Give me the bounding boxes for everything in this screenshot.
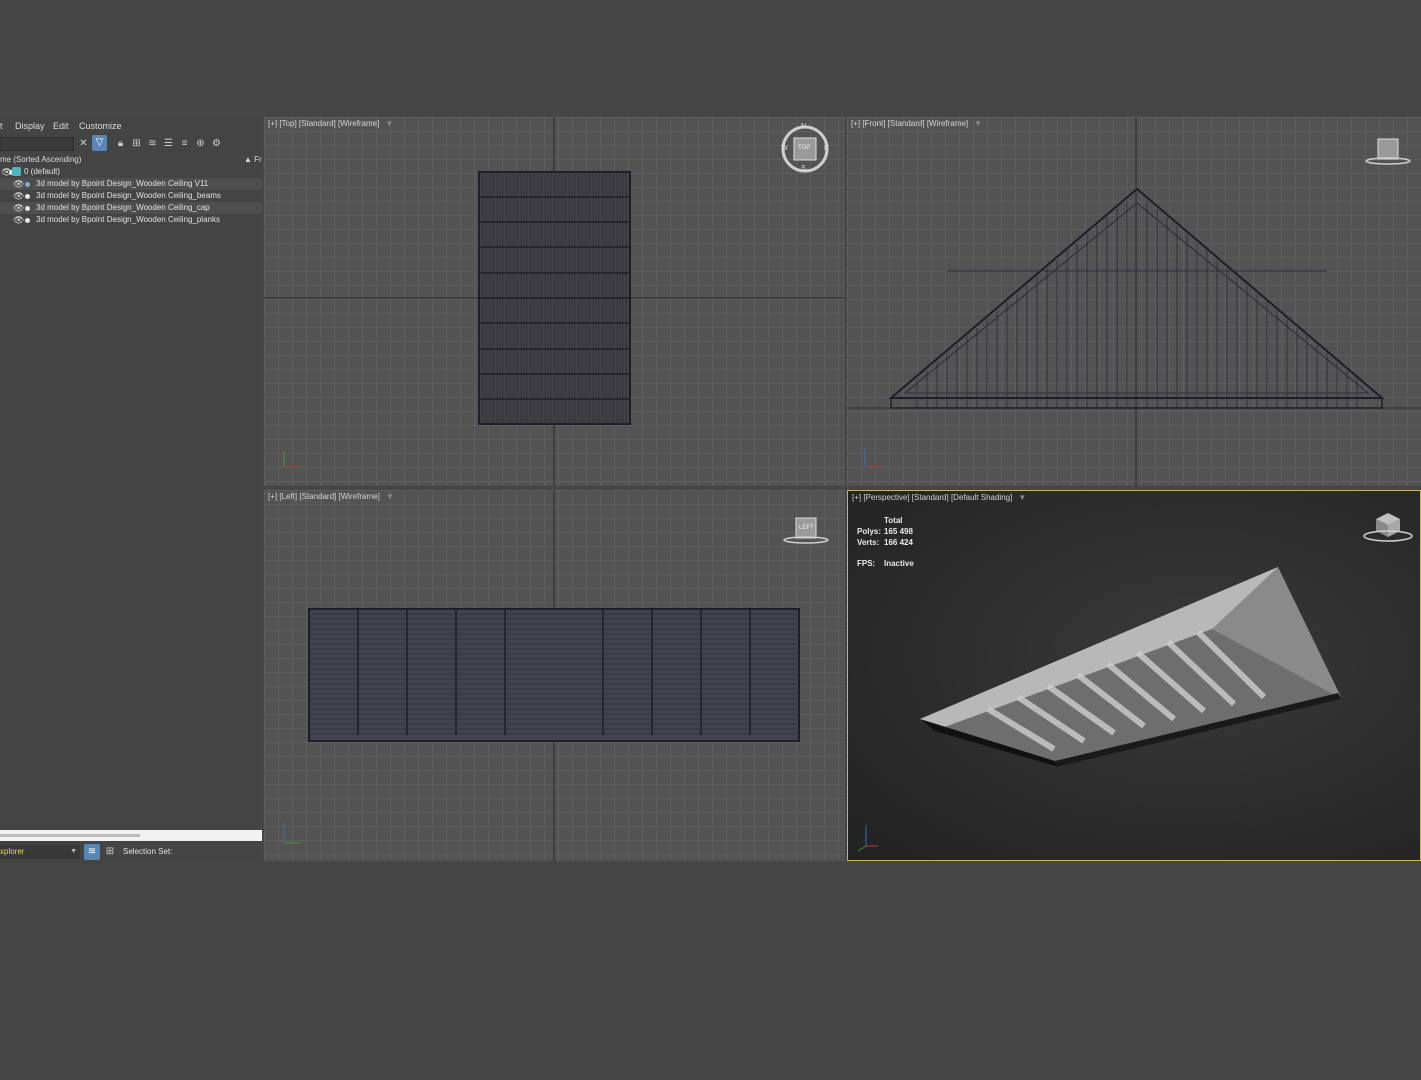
layers-icon[interactable]: ≋ xyxy=(146,137,159,150)
perspective-render xyxy=(857,513,1413,852)
stats-fps-label: FPS: xyxy=(857,559,876,568)
object-icon xyxy=(25,206,30,211)
viewport-label[interactable]: [+] [Left] [Standard] [Wireframe] ▼ xyxy=(268,492,394,501)
menu-item-customize[interactable]: Customize xyxy=(79,121,122,131)
compass-north-label: N xyxy=(801,123,807,130)
filter-icon[interactable]: ▼ xyxy=(386,492,394,501)
explorer-selector-dropdown[interactable]: xplorer ▼ xyxy=(0,845,80,859)
object-row[interactable]: 👁︎ 3d model by Bpoint Design_Wooden Ceil… xyxy=(0,190,262,202)
clear-filter-icon[interactable]: ✕ xyxy=(77,137,90,150)
compass-west-label: W xyxy=(781,145,788,152)
viewport-label[interactable]: [+] [Front] [Standard] [Wireframe] ▼ xyxy=(851,119,982,128)
visibility-eye-icon[interactable]: 👁︎ xyxy=(13,214,24,226)
viewport-label[interactable]: [+] [Perspective] [Standard] [Default Sh… xyxy=(852,493,1026,502)
chevron-down-icon: ▼ xyxy=(70,848,77,855)
sort-by-layer-button[interactable]: ≋ xyxy=(84,844,100,860)
explorer-toolbar: ✕ ▽ 🔒︎ ⊞ ≋ ☰ ≡ ⊕ ⚙ xyxy=(0,134,262,154)
search-filter-input[interactable] xyxy=(0,137,74,151)
visibility-eye-icon[interactable]: 👁︎ xyxy=(13,202,24,214)
create-layer-icon[interactable]: ⊕ xyxy=(194,137,207,150)
horizontal-scrollbar[interactable] xyxy=(0,830,262,841)
menu-item-display[interactable]: Display xyxy=(15,121,45,131)
stats-polys-label: Polys: xyxy=(857,527,882,536)
tree-item-label: 3d model by Bpoint Design_Wooden Ceiling… xyxy=(36,179,209,188)
menu-item-select[interactable]: t xyxy=(0,121,3,131)
tree-item-label: 3d model by Bpoint Design_Wooden Ceiling… xyxy=(36,191,221,200)
viewport-perspective[interactable]: [+] [Perspective] [Standard] [Default Sh… xyxy=(847,490,1421,861)
explorer-footer: xplorer ▼ ≋ ⊞ Selection Set: xyxy=(0,843,262,862)
filter-icon[interactable]: ▼ xyxy=(974,119,982,128)
axis-tripod-icon xyxy=(283,451,300,468)
axis-tripod-icon xyxy=(283,823,300,844)
viewport-left[interactable]: [+] [Left] [Standard] [Wireframe] ▼ LEFT xyxy=(264,490,845,861)
visibility-eye-icon[interactable]: 👁︎ xyxy=(13,178,24,190)
object-icon xyxy=(25,218,30,223)
filter-icon[interactable]: ▼ xyxy=(385,119,393,128)
object-row[interactable]: 👁︎ 3d model by Bpoint Design_Wooden Ceil… xyxy=(0,214,262,226)
viewport-label-text[interactable]: [+] [Front] [Standard] [Wireframe] xyxy=(851,119,968,128)
layer-row-default[interactable]: 👁︎ 0 (default) xyxy=(0,166,262,178)
stats-total-label: Total xyxy=(884,516,903,525)
viewcube-icon xyxy=(1363,513,1413,542)
viewcube-icon xyxy=(1365,138,1411,165)
compass-east-label: E xyxy=(824,145,829,152)
stats-verts-label: Verts: xyxy=(857,538,880,547)
front-wireframe xyxy=(847,117,1421,486)
left-wireframe xyxy=(283,490,829,861)
stats-polys-value: 165 498 xyxy=(884,527,913,536)
viewcube-face-label[interactable]: TOP xyxy=(798,145,810,151)
filter-icon[interactable]: ▽ xyxy=(92,135,107,151)
viewport-label-text[interactable]: [+] [Left] [Standard] [Wireframe] xyxy=(268,492,380,501)
layer-list-icon[interactable]: ☰ xyxy=(162,137,175,150)
lock-icon[interactable]: 🔒︎ xyxy=(114,137,127,150)
visibility-eye-icon[interactable]: 👁︎ xyxy=(13,190,24,202)
object-group-icon xyxy=(25,182,30,187)
scene-explorer-panel: t Display Edit Customize ✕ ▽ 🔒︎ ⊞ ≋ ☰ ≡ … xyxy=(0,117,262,862)
tree-item-label: 3d model by Bpoint Design_Wooden Ceiling… xyxy=(36,215,220,224)
tree-item-label: 3d model by Bpoint Design_Wooden Ceiling… xyxy=(36,203,210,212)
stats-fps-value: Inactive xyxy=(884,559,914,568)
sort-by-hierarchy-button[interactable]: ⊞ xyxy=(104,844,116,860)
frozen-column-header[interactable]: ▲ Fr xyxy=(244,155,262,164)
viewport-label-text[interactable]: [+] [Perspective] [Standard] [Default Sh… xyxy=(852,493,1012,502)
layer-stack-icon[interactable]: ≡ xyxy=(178,137,191,150)
explorer-selector-value: xplorer xyxy=(0,847,25,856)
viewport-label-text[interactable]: [+] [Top] [Standard] [Wireframe] xyxy=(268,119,379,128)
axis-tripod-icon xyxy=(864,447,883,468)
name-column-header[interactable]: me (Sorted Ascending) xyxy=(0,155,81,164)
compass-south-label: S xyxy=(801,165,806,172)
object-row[interactable]: 👁︎ 3d model by Bpoint Design_Wooden Ceil… xyxy=(0,202,262,214)
filter-icon[interactable]: ▼ xyxy=(1018,493,1026,502)
tree-item-label: 0 (default) xyxy=(24,167,61,176)
layer-icon xyxy=(12,167,21,176)
top-wireframe xyxy=(264,117,845,486)
object-icon xyxy=(25,194,30,199)
scene-tree: 👁︎ 0 (default) 👁︎ 3d model by Bpoint Des… xyxy=(0,166,262,226)
menu-item-edit[interactable]: Edit xyxy=(53,121,69,131)
layer-options-icon[interactable]: ⚙ xyxy=(210,137,223,150)
column-header[interactable]: me (Sorted Ascending) ▲ Fr xyxy=(0,154,262,166)
viewport-label[interactable]: [+] [Top] [Standard] [Wireframe] ▼ xyxy=(268,119,393,128)
axis-tripod-icon xyxy=(857,825,878,852)
stats-verts-value: 166 424 xyxy=(884,538,913,547)
scrollbar-thumb[interactable] xyxy=(0,834,140,837)
hierarchy-icon[interactable]: ⊞ xyxy=(130,137,143,150)
viewcube-face-label[interactable]: LEFT xyxy=(799,525,814,531)
viewport-front[interactable]: [+] [Front] [Standard] [Wireframe] ▼ xyxy=(847,117,1421,486)
selection-set-label: Selection Set: xyxy=(123,847,173,856)
viewport-top[interactable]: [+] [Top] [Standard] [Wireframe] ▼ N S W … xyxy=(264,117,845,486)
explorer-menubar: t Display Edit Customize xyxy=(0,117,262,133)
object-row[interactable]: 👁︎ 3d model by Bpoint Design_Wooden Ceil… xyxy=(0,178,262,190)
